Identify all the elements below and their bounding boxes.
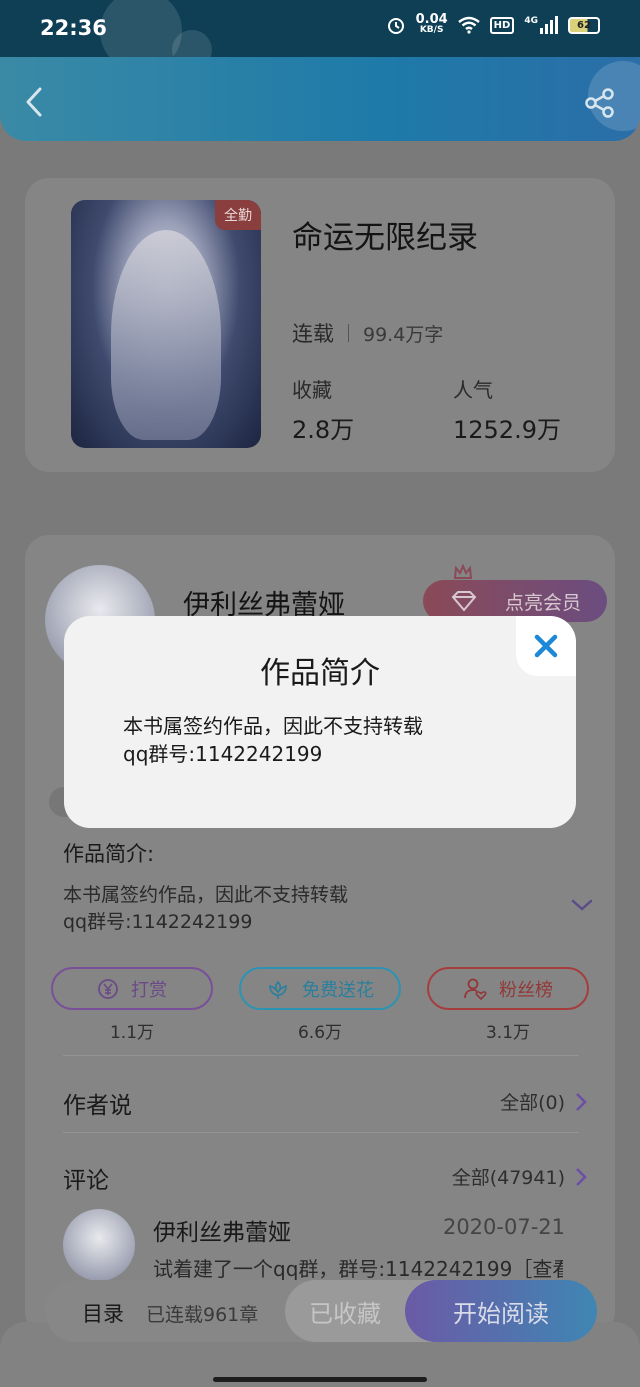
comment-date: 2020-07-21 xyxy=(442,1215,565,1239)
intro-label: 作品简介: xyxy=(63,842,155,866)
dialog-body: 本书属签约作品，因此不支持转载 qq群号:1142242199 xyxy=(123,712,423,768)
word-count: 99.4万字 xyxy=(363,323,444,346)
book-meta: 连载 99.4万字 xyxy=(292,318,443,348)
collect-value: 2.8万 xyxy=(292,416,355,444)
signal-icon: 4G xyxy=(524,16,558,34)
tip-count: 1.1万 xyxy=(109,1023,155,1043)
dialog-line: qq群号:1142242199 xyxy=(123,742,323,766)
commenter-avatar[interactable] xyxy=(63,1209,135,1281)
divider xyxy=(63,1055,579,1056)
collect-label: 收藏 xyxy=(292,378,332,402)
fans-rank-button[interactable]: 粉丝榜 xyxy=(427,967,589,1010)
comment-user: 伊利丝弗蕾娅 xyxy=(153,1220,291,1246)
crown-icon xyxy=(453,563,473,579)
alarm-icon xyxy=(387,18,404,34)
fans-count: 3.1万 xyxy=(485,1023,531,1043)
comment-text[interactable]: 试着建了一个qq群，群号:1142242199［查看 xyxy=(153,1253,563,1282)
wifi-icon xyxy=(457,16,480,34)
book-title: 命运无限纪录 xyxy=(292,220,478,256)
status-time: 22:36 xyxy=(40,16,107,40)
tip-button[interactable]: 打赏 xyxy=(51,967,213,1010)
comments-link[interactable]: 全部(47941) xyxy=(452,1163,587,1190)
home-indicator[interactable] xyxy=(213,1377,427,1382)
comments-title: 评论 xyxy=(63,1168,109,1194)
cover-illustration xyxy=(111,230,221,440)
book-status: 连载 xyxy=(292,322,334,346)
hd-badge: HD xyxy=(489,16,515,34)
comments-count: 全部(47941) xyxy=(451,1167,565,1189)
dialog-title: 作品简介 xyxy=(260,656,380,691)
intro-dialog: 作品简介 本书属签约作品，因此不支持转载 qq群号:1142242199 xyxy=(64,616,576,828)
chevron-down-icon[interactable] xyxy=(570,897,594,913)
popularity-value: 1252.9万 xyxy=(453,416,561,444)
top-header xyxy=(0,57,640,141)
serial-chapters: 已连载961章 xyxy=(146,1304,259,1326)
back-icon[interactable] xyxy=(22,87,48,117)
chevron-right-icon xyxy=(576,1092,587,1111)
user-heart-icon xyxy=(464,978,487,1000)
share-icon[interactable] xyxy=(584,87,616,119)
author-says-link[interactable]: 全部(0) xyxy=(500,1088,587,1115)
send-flower-label: 免费送花 xyxy=(302,979,374,1001)
start-reading-label: 开始阅读 xyxy=(453,1299,549,1328)
bottom-action-bar: 目录 已连载961章 已收藏 开始阅读 xyxy=(45,1280,597,1342)
signal-type: 4G xyxy=(524,16,538,26)
fans-rank-label: 粉丝榜 xyxy=(499,979,553,1001)
divider xyxy=(63,1132,579,1133)
meta-divider xyxy=(348,324,349,342)
net-speed-unit: KB/S xyxy=(419,25,444,35)
book-cover[interactable]: 全勤 xyxy=(71,200,261,448)
diamond-icon xyxy=(451,591,477,612)
battery-icon: 62 xyxy=(568,16,600,34)
vip-label: 点亮会员 xyxy=(504,591,581,614)
intro-line: 本书属签约作品，因此不支持转载 xyxy=(63,884,349,906)
collected-label: 已收藏 xyxy=(309,1299,381,1328)
tip-label: 打赏 xyxy=(131,979,167,1001)
net-speed: 0.04 KB/S xyxy=(415,12,448,36)
intro-text: 本书属签约作品，因此不支持转载 qq群号:1142242199 xyxy=(63,882,348,936)
author-says-count: 全部(0) xyxy=(500,1092,565,1114)
chevron-right-icon xyxy=(576,1167,587,1186)
battery-level: 62 xyxy=(577,19,591,31)
toc-button[interactable]: 目录 xyxy=(82,1298,124,1328)
popularity-label: 人气 xyxy=(453,378,493,402)
flower-icon xyxy=(269,980,287,999)
net-speed-value: 0.04 xyxy=(415,12,448,27)
status-bar: 22:36 0.04 KB/S HD 4G 62 xyxy=(0,0,640,72)
book-info-card: 全勤 命运无限纪录 连载 99.4万字 收藏 2.8万 人气 1252.9万 xyxy=(25,178,615,472)
intro-line: qq群号:1142242199 xyxy=(63,911,253,933)
send-flower-button[interactable]: 免费送花 xyxy=(239,967,401,1010)
yuan-icon xyxy=(98,978,118,999)
dialog-line: 本书属签约作品，因此不支持转载 xyxy=(123,714,423,738)
start-reading-button[interactable]: 开始阅读 xyxy=(405,1280,597,1342)
flower-count: 6.6万 xyxy=(297,1023,343,1043)
author-says-title: 作者说 xyxy=(63,1093,132,1119)
cover-tag: 全勤 xyxy=(215,200,261,230)
